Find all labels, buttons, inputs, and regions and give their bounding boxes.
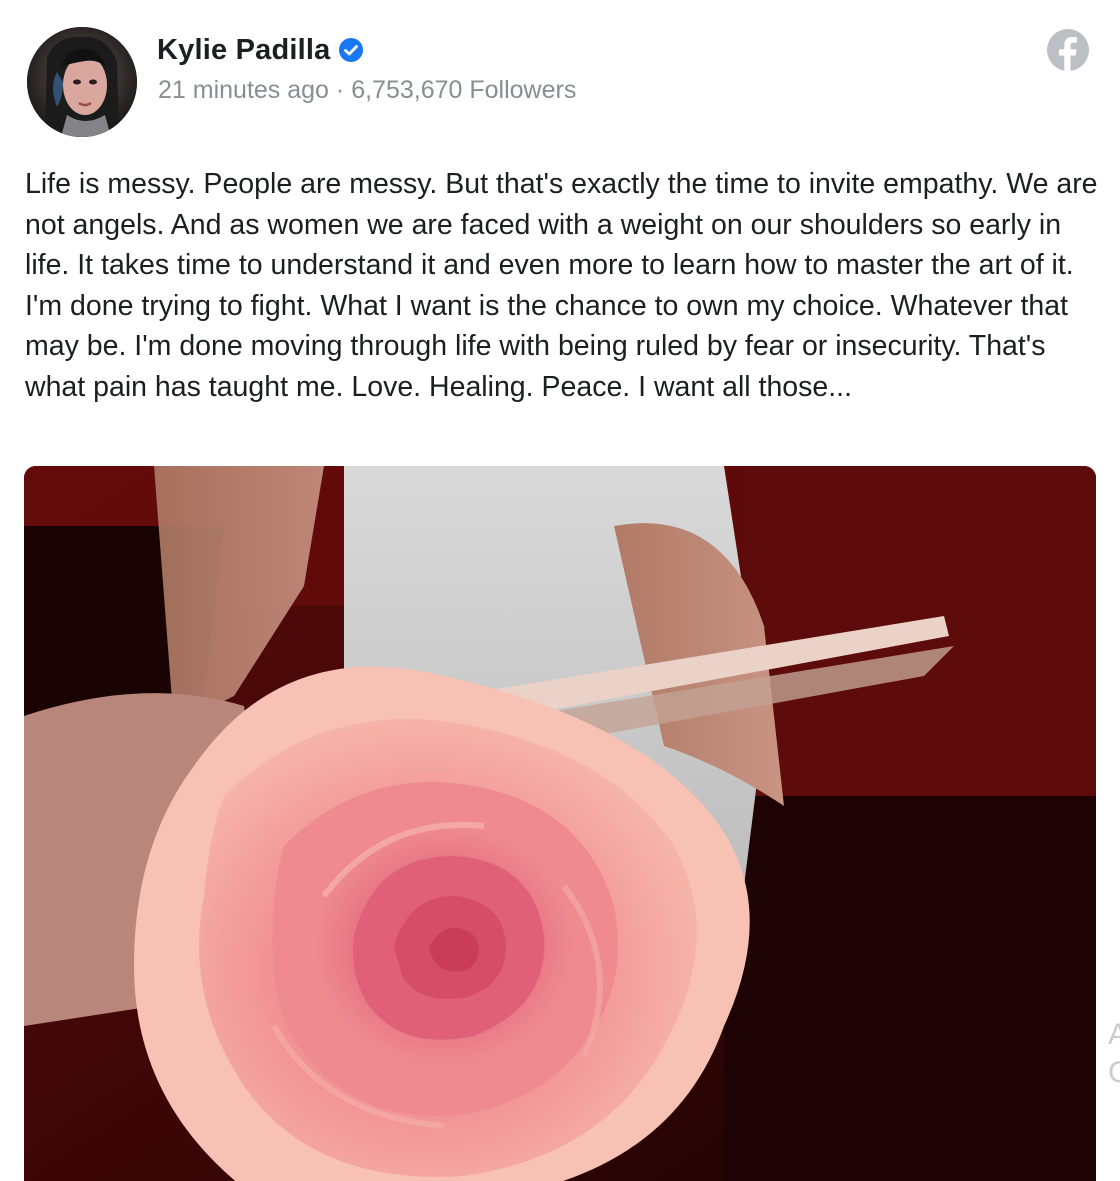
post-body-text: Life is messy. People are messy. But tha…	[25, 168, 1098, 403]
author-avatar[interactable]	[27, 27, 137, 137]
author-header: Kylie Padilla	[157, 30, 364, 70]
post-card: Kylie Padilla 21 minutes ago · 6,753,670…	[0, 0, 1120, 1181]
verified-badge-icon	[339, 38, 364, 62]
author-name[interactable]: Kylie Padilla	[157, 34, 330, 67]
post-photo[interactable]	[24, 466, 1096, 1181]
follower-count: 6,753,670 Followers	[351, 76, 577, 104]
post-meta: 21 minutes ago · 6,753,670 Followers	[158, 76, 576, 105]
meta-separator: ·	[335, 76, 345, 104]
cut-off-sidebar-text: A C	[1108, 1018, 1120, 1089]
facebook-icon[interactable]	[1046, 28, 1090, 72]
post-time[interactable]: 21 minutes ago	[158, 76, 329, 104]
